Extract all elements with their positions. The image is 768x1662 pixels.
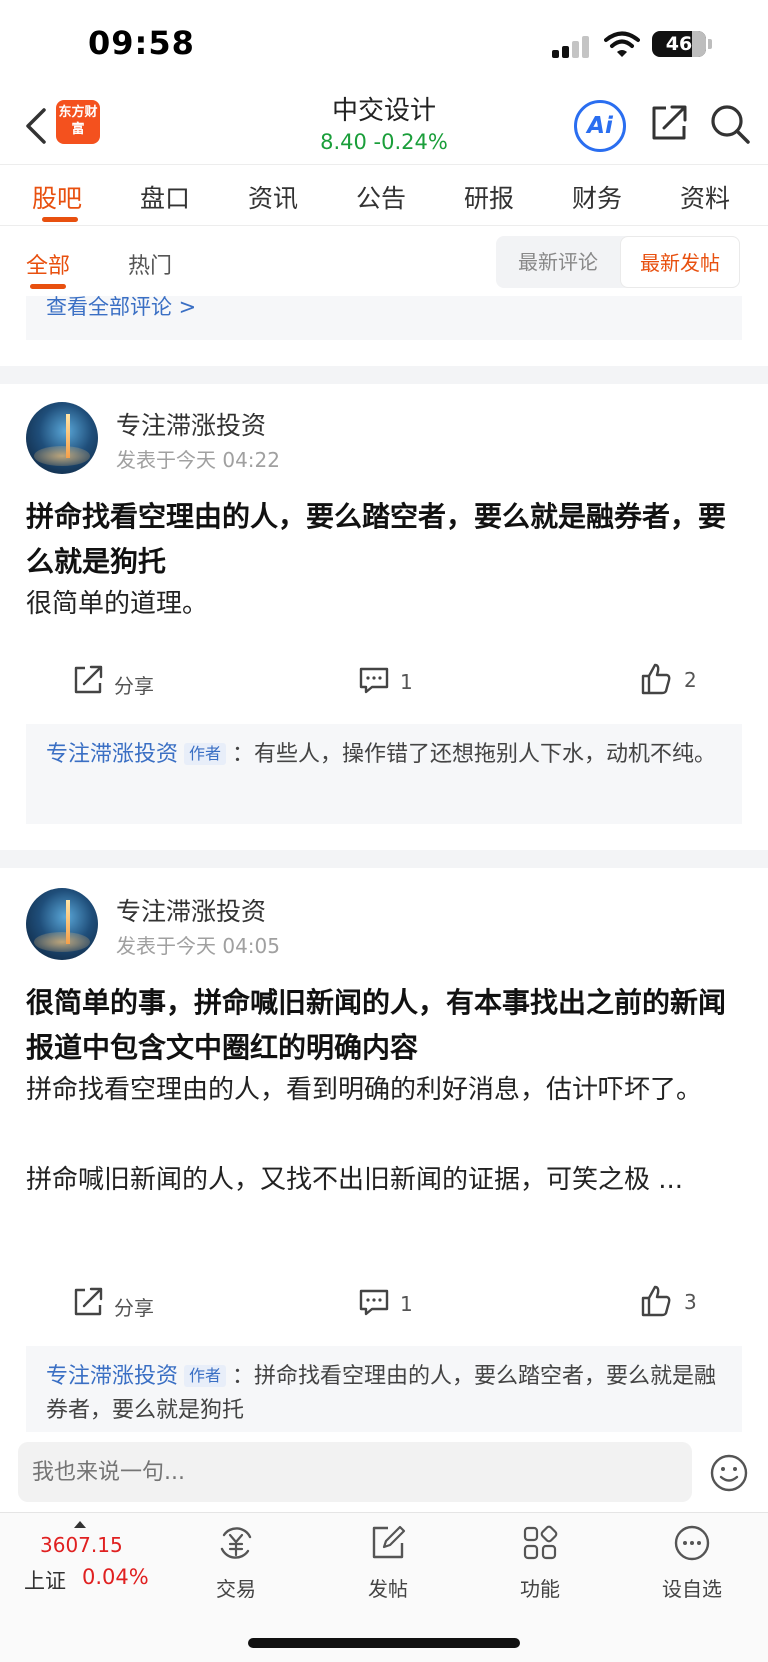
share-label: 分享 xyxy=(114,674,154,698)
main-tabs: 股吧 盘口 资讯 公告 研报 财务 资料 xyxy=(0,164,768,226)
like-action[interactable]: 3 xyxy=(640,1284,710,1320)
tab-guba[interactable]: 股吧 xyxy=(32,179,82,215)
post-author[interactable]: 专注滞涨投资 xyxy=(116,892,266,928)
comment-icon xyxy=(359,667,389,694)
post-time: 发表于今天 04:05 xyxy=(116,934,280,958)
nav-add-watchlist-label: 设自选 xyxy=(662,1577,722,1601)
index-change[interactable]: 0.04% xyxy=(82,1565,149,1589)
nav-functions-label: 功能 xyxy=(520,1577,560,1601)
view-all-comments-link[interactable]: 查看全部评论 > xyxy=(46,296,196,318)
comment-icon xyxy=(359,1289,389,1316)
nav-post-label: 发帖 xyxy=(368,1577,408,1601)
share-icon xyxy=(74,1287,103,1316)
search-icon[interactable] xyxy=(708,102,752,146)
sub-tabs: 全部 热门 最新评论 最新发帖 xyxy=(0,226,768,296)
nav-post[interactable]: 发帖 xyxy=(338,1523,438,1603)
battery-icon: 46 xyxy=(652,31,706,57)
share-label: 分享 xyxy=(114,1296,154,1320)
share-action[interactable]: 分享 xyxy=(72,664,172,700)
app-logo[interactable]: 东方财富 xyxy=(56,100,100,144)
status-time: 09:58 xyxy=(88,24,195,62)
avatar[interactable] xyxy=(26,888,98,960)
thumbs-up-icon xyxy=(641,663,671,695)
comment-count: 1 xyxy=(400,1292,413,1316)
view-all-comments[interactable]: 查看全部评论 > xyxy=(26,296,742,340)
author-tag: 作者 xyxy=(184,1365,227,1387)
comment-action[interactable]: 1 xyxy=(358,1286,428,1322)
tab-research[interactable]: 研报 xyxy=(464,179,514,215)
post-title[interactable]: 拼命找看空理由的人，要么踏空者，要么就是融券者，要么就是狗托 xyxy=(26,494,746,584)
comment-action[interactable]: 1 xyxy=(358,664,428,700)
cellular-signal-icon xyxy=(552,36,592,58)
sort-latest-comment[interactable]: 最新评论 xyxy=(496,236,620,288)
home-indicator[interactable] xyxy=(248,1638,520,1648)
share-icon xyxy=(74,665,103,694)
wifi-icon xyxy=(604,31,640,57)
comment-count: 1 xyxy=(400,670,413,694)
post-body-line[interactable]: 拼命喊旧新闻的人，又找不出旧新闻的证据，可笑之极 ... xyxy=(26,1158,746,1203)
active-subtab-indicator xyxy=(30,284,66,289)
tab-profile[interactable]: 资料 xyxy=(680,179,730,215)
author-reply[interactable]: 专注滞涨投资 作者 ：有些人，操作错了还想拖别人下水，动机不纯。 xyxy=(26,724,742,824)
stock-header: 东方财富 中交设计 8.40 -0.24% Ai xyxy=(0,90,768,164)
sort-toggle: 最新评论 最新发帖 xyxy=(496,236,740,288)
index-name[interactable]: 上证 xyxy=(24,1565,66,1595)
post-title[interactable]: 很简单的事，拼命喊旧新闻的人，有本事找出之前的新闻报道中包含文中圈红的明确内容 xyxy=(26,980,746,1070)
divider xyxy=(0,850,768,868)
nav-functions[interactable]: 功能 xyxy=(490,1523,590,1603)
battery-level: 46 xyxy=(665,33,693,55)
index-value[interactable]: 3607.15 xyxy=(40,1533,123,1557)
tab-news[interactable]: 资讯 xyxy=(248,179,298,215)
share-action[interactable]: 分享 xyxy=(72,1286,172,1322)
nav-trade[interactable]: 交易 xyxy=(186,1523,286,1603)
author-reply[interactable]: 专注滞涨投资 作者 ：拼命找看空理由的人，要么踏空者，要么就是融券者，要么就是狗托 xyxy=(26,1346,742,1432)
author-tag: 作者 xyxy=(184,743,227,765)
sort-latest-post[interactable]: 最新发帖 xyxy=(620,236,740,288)
avatar[interactable] xyxy=(26,402,98,474)
nav-add-watchlist[interactable]: 设自选 xyxy=(642,1523,742,1603)
reply-text: ：有些人，操作错了还想拖别人下水，动机不纯。 xyxy=(232,742,717,767)
nav-trade-label: 交易 xyxy=(216,1577,256,1601)
comment-bar xyxy=(0,1432,768,1512)
thumbs-up-icon xyxy=(641,1285,671,1317)
active-tab-indicator xyxy=(42,217,78,222)
stock-name: 中交设计 xyxy=(331,96,436,126)
post-author[interactable]: 专注滞涨投资 xyxy=(116,406,266,442)
trade-icon xyxy=(220,1527,252,1559)
emoji-icon[interactable] xyxy=(710,1454,748,1492)
ai-assistant-icon[interactable]: Ai xyxy=(574,100,626,152)
reply-author[interactable]: 专注滞涨投资 xyxy=(46,1364,178,1389)
like-count: 2 xyxy=(684,668,697,692)
like-action[interactable]: 2 xyxy=(640,662,710,698)
back-icon[interactable] xyxy=(22,106,48,146)
tab-announcements[interactable]: 公告 xyxy=(356,179,406,215)
post-time: 发表于今天 04:22 xyxy=(116,448,280,472)
tab-pankou[interactable]: 盘口 xyxy=(140,179,190,215)
status-bar: 09:58 46 xyxy=(0,0,768,90)
like-count: 3 xyxy=(684,1290,697,1314)
reply-author[interactable]: 专注滞涨投资 xyxy=(46,742,178,767)
post-body-line[interactable]: 拼命找看空理由的人，看到明确的利好消息，估计吓坏了。 xyxy=(26,1068,746,1113)
share-icon[interactable] xyxy=(648,102,690,144)
post-body[interactable]: 很简单的道理。 xyxy=(26,582,746,627)
compose-icon xyxy=(372,1525,406,1559)
more-icon xyxy=(674,1525,710,1561)
grid-icon xyxy=(523,1525,558,1560)
subtab-hot[interactable]: 热门 xyxy=(128,248,172,280)
tab-finance[interactable]: 财务 xyxy=(572,179,622,215)
stock-quote: 8.40 -0.24% xyxy=(320,130,448,154)
subtab-all[interactable]: 全部 xyxy=(26,248,70,280)
divider xyxy=(0,366,768,384)
comment-input[interactable] xyxy=(18,1442,692,1502)
expand-arrow-icon[interactable] xyxy=(74,1521,86,1528)
